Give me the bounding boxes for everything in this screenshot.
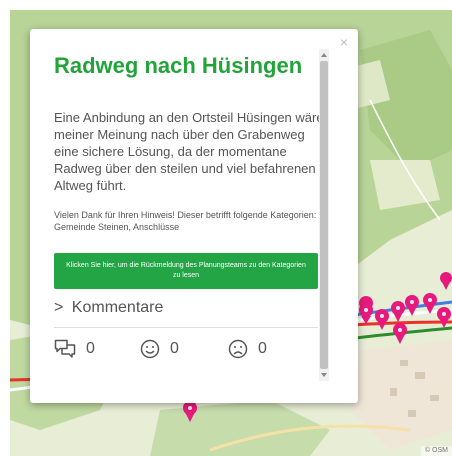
building	[430, 395, 439, 401]
scroll-down-icon[interactable]	[321, 373, 327, 377]
popup-content: Radweg nach Hüsingen Eine Anbindung an d…	[54, 29, 324, 403]
dislike-reaction[interactable]: 0	[228, 339, 267, 359]
feedback-button[interactable]: Klicken Sie hier, um die Rückmeldung des…	[54, 253, 318, 289]
scrollbar[interactable]	[319, 49, 329, 381]
scroll-up-icon[interactable]	[321, 53, 327, 57]
smile-icon	[140, 339, 160, 359]
info-popup: × Radweg nach Hüsingen Eine Anbindung an…	[30, 29, 358, 403]
page-background	[0, 0, 10, 456]
popup-title: Radweg nach Hüsingen	[54, 53, 303, 78]
comments-toggle[interactable]: > Kommentare	[54, 299, 163, 317]
reaction-bar: 0 0 0	[54, 339, 324, 367]
popup-thanks: Vielen Dank für Ihren Hinweis! Dieser be…	[54, 210, 317, 232]
building	[415, 372, 425, 379]
comments-icon	[54, 339, 76, 358]
scroll-thumb[interactable]	[320, 61, 328, 369]
page-background	[0, 0, 452, 10]
like-reaction[interactable]: 0	[140, 339, 179, 359]
close-button[interactable]: ×	[340, 35, 348, 49]
chevron-right-icon: >	[54, 299, 64, 316]
comments-count: 0	[86, 340, 95, 357]
frown-icon	[228, 339, 248, 359]
building	[390, 388, 397, 396]
popup-body: Eine Anbindung an den Ortsteil Hüsingen …	[54, 110, 324, 193]
building	[408, 410, 416, 417]
building	[400, 360, 408, 366]
dislike-count: 0	[258, 340, 267, 357]
map-attribution[interactable]: © OSM	[420, 446, 452, 456]
like-count: 0	[170, 340, 179, 357]
divider	[54, 327, 318, 328]
comments-reaction[interactable]: 0	[54, 339, 95, 359]
comments-label: Kommentare	[71, 299, 164, 316]
